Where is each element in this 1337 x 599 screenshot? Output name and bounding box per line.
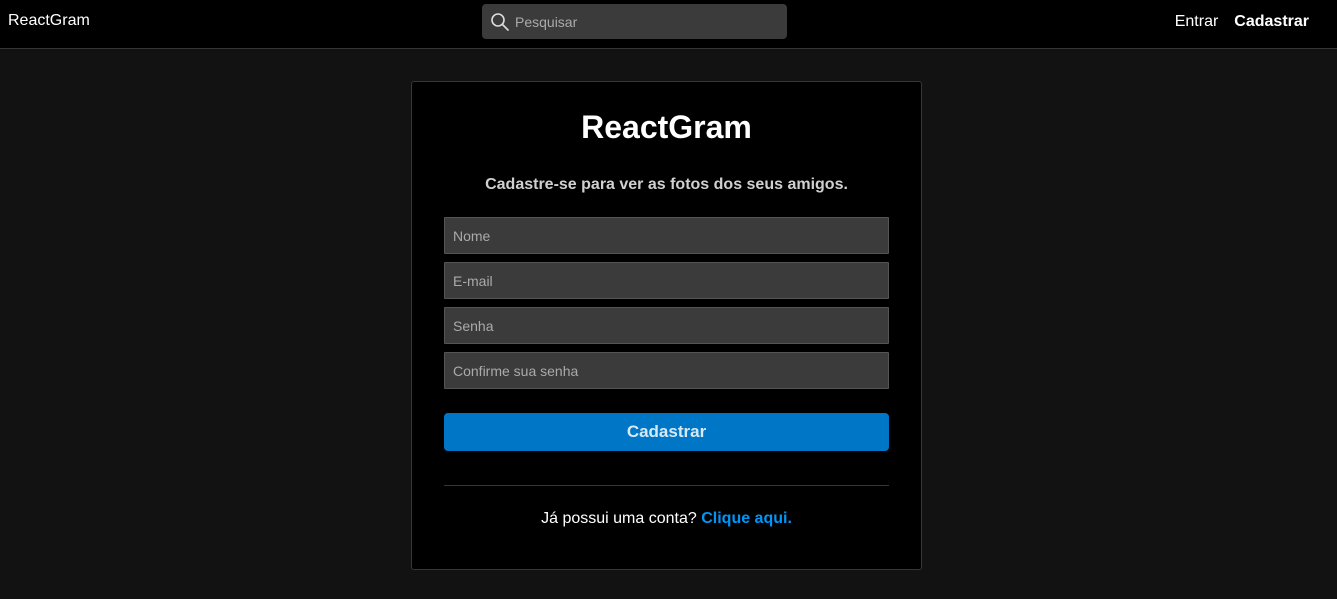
search-input[interactable]	[515, 4, 780, 39]
nav-links: Entrar Cadastrar	[1175, 13, 1309, 31]
name-field[interactable]	[444, 217, 889, 254]
form-title: ReactGram	[581, 109, 752, 145]
divider	[444, 485, 889, 486]
login-link[interactable]: Clique aqui.	[701, 510, 792, 527]
brand-link[interactable]: ReactGram	[8, 12, 90, 30]
register-card: ReactGram Cadastre-se para ver as fotos …	[411, 81, 922, 570]
nav-login-link[interactable]: Entrar	[1175, 13, 1219, 31]
confirm-password-field[interactable]	[444, 352, 889, 389]
form-subtitle: Cadastre-se para ver as fotos dos seus a…	[485, 176, 848, 193]
navbar: ReactGram Entrar Cadastrar	[0, 0, 1337, 49]
search-box	[482, 4, 787, 39]
register-button[interactable]: Cadastrar	[444, 413, 889, 451]
password-field[interactable]	[444, 307, 889, 344]
email-field[interactable]	[444, 262, 889, 299]
search-icon	[491, 13, 509, 31]
nav-register-link[interactable]: Cadastrar	[1234, 13, 1309, 31]
login-prompt-text: Já possui uma conta?	[541, 510, 697, 527]
login-prompt: Já possui uma conta? Clique aqui.	[412, 510, 921, 528]
